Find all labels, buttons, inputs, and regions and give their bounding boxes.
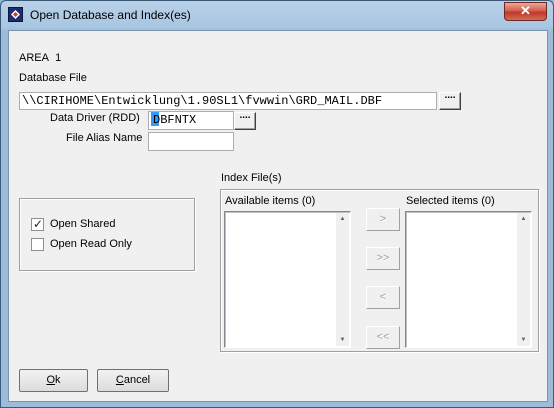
scroll-down-arrow-icon[interactable]: ▼	[336, 334, 349, 346]
dialog-window: Open Database and Index(es) ✕ AREA 1 Dat…	[0, 0, 554, 408]
move-selected-left-button[interactable]: <	[366, 286, 400, 309]
app-icon	[8, 7, 23, 22]
area-label: AREA 1	[19, 52, 62, 64]
index-files-label: Index File(s)	[221, 172, 282, 184]
open-read-only-checkbox[interactable]	[31, 238, 44, 251]
move-all-left-button[interactable]: <<	[366, 326, 400, 349]
ok-label: k	[55, 374, 61, 386]
open-options-group: ✓ Open Shared Open Read Only	[19, 198, 195, 271]
database-file-field[interactable]: \\CIRIHOME\Entwicklung\1.90SL1\fvwwin\GR…	[19, 92, 437, 110]
data-driver-label: Data Driver (RDD)	[50, 112, 140, 124]
selected-items-list[interactable]: ▲ ▼	[405, 211, 532, 348]
data-driver-browse-button[interactable]: ....	[234, 111, 256, 130]
checkmark-icon: ✓	[33, 217, 44, 231]
open-shared-checkbox[interactable]: ✓	[31, 217, 44, 231]
open-shared-label: Open Shared	[50, 218, 116, 230]
data-driver-field[interactable]: DBFNTX	[148, 111, 234, 130]
ok-button[interactable]: Ok	[19, 369, 88, 392]
close-icon: ✕	[520, 3, 531, 18]
database-file-label: Database File	[19, 72, 87, 84]
open-read-only-label: Open Read Only	[50, 238, 132, 250]
database-file-browse-button[interactable]: ....	[439, 91, 461, 110]
title-bar[interactable]: Open Database and Index(es) ✕	[1, 1, 553, 29]
move-selected-right-button[interactable]: >	[366, 208, 400, 231]
cancel-button[interactable]: Cancel	[97, 369, 169, 392]
selected-items-scrollbar[interactable]: ▲ ▼	[517, 213, 530, 346]
scroll-up-arrow-icon[interactable]: ▲	[336, 213, 349, 225]
data-driver-value: DBFNTX	[153, 113, 197, 127]
area-value: 1	[55, 52, 62, 64]
available-items-list[interactable]: ▲ ▼	[224, 211, 351, 348]
file-alias-label: File Alias Name	[66, 132, 143, 144]
window-title: Open Database and Index(es)	[30, 8, 191, 22]
file-alias-field[interactable]	[148, 132, 234, 151]
cancel-mnemonic: C	[115, 374, 124, 386]
cancel-label: ancel	[123, 374, 151, 386]
available-items-label: Available items (0)	[225, 195, 316, 207]
close-button[interactable]: ✕	[504, 2, 547, 21]
ok-mnemonic: O	[46, 374, 56, 386]
scroll-up-arrow-icon[interactable]: ▲	[517, 213, 530, 225]
scroll-down-arrow-icon[interactable]: ▼	[517, 334, 530, 346]
available-items-scrollbar[interactable]: ▲ ▼	[336, 213, 349, 346]
selected-items-label: Selected items (0)	[406, 195, 495, 207]
dialog-client-area: AREA 1 Database File \\CIRIHOME\Entwickl…	[8, 30, 548, 402]
move-all-right-button[interactable]: >>	[366, 247, 400, 270]
